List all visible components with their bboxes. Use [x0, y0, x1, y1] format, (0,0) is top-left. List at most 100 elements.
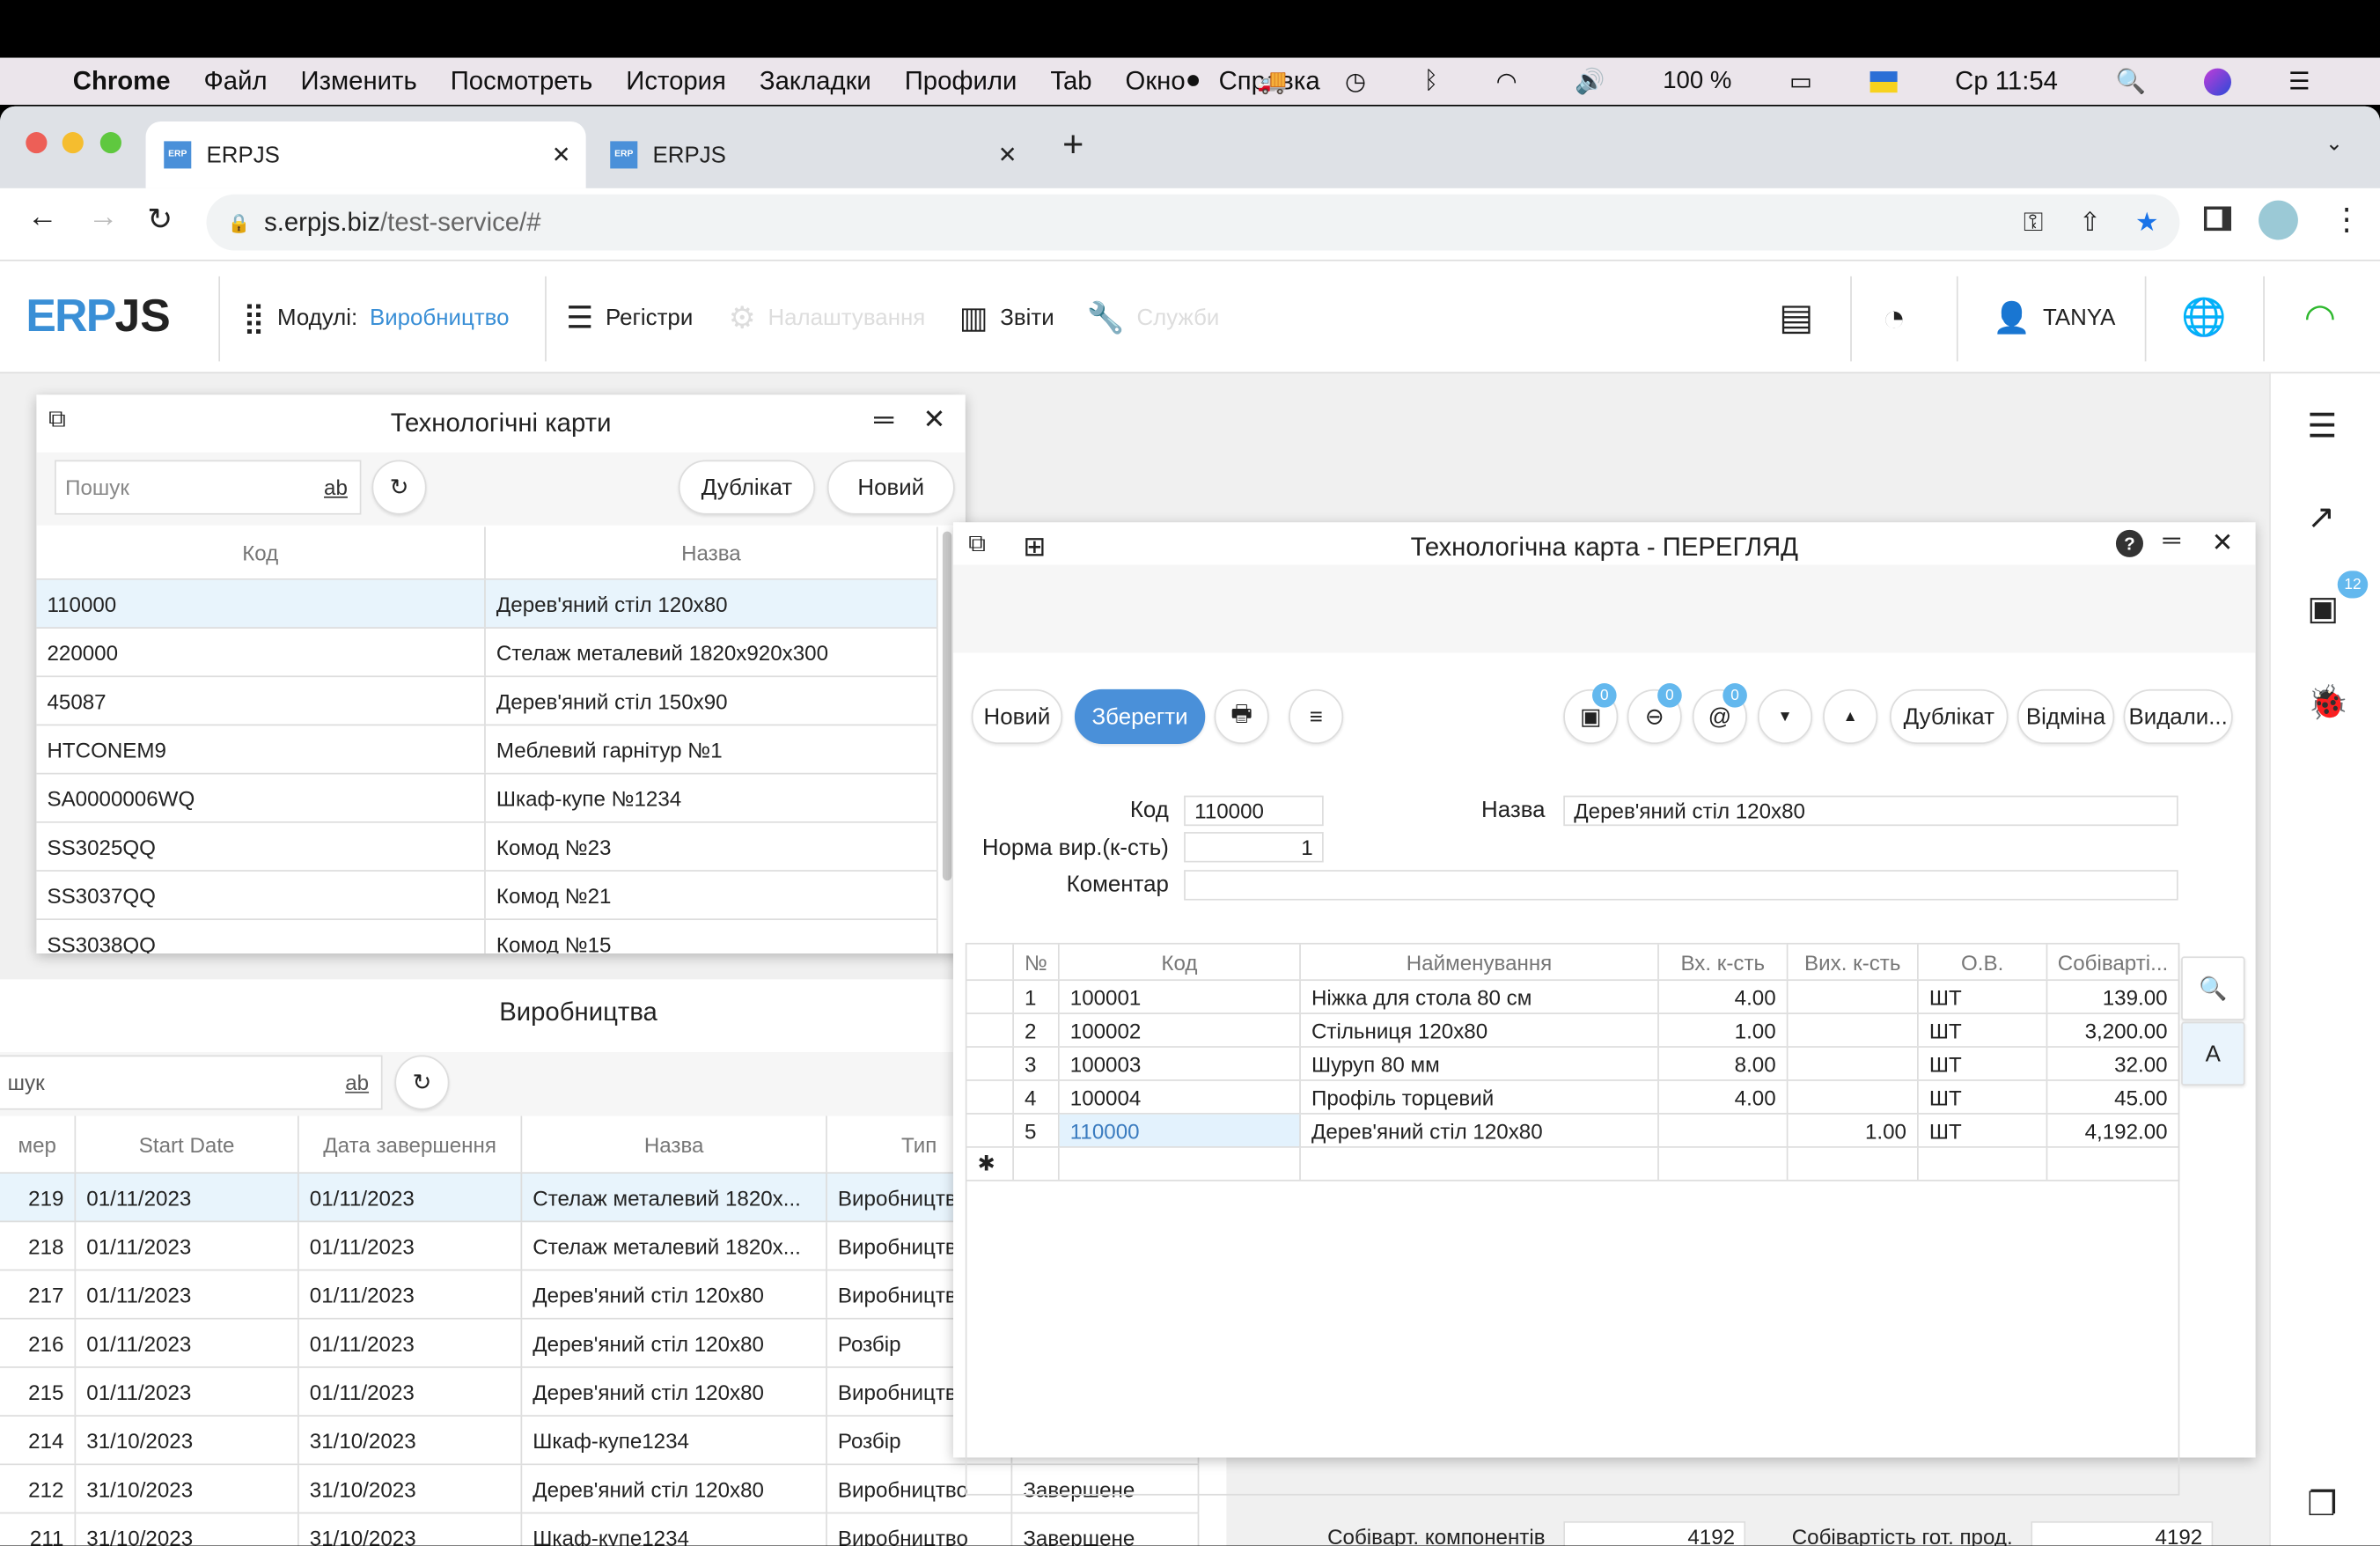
siri-icon[interactable] [2203, 67, 2231, 95]
new-button[interactable]: Новий [971, 688, 1063, 745]
new-button[interactable]: Новий [826, 460, 955, 515]
column-header[interactable]: Собіварті... [2047, 944, 2180, 980]
refresh-button[interactable]: ↻ [371, 460, 427, 515]
table-row[interactable]: SS3038QQ Комод №15 [36, 920, 938, 953]
menu-bookmarks[interactable]: Закладки [760, 66, 871, 96]
new-tab-button[interactable]: + [1062, 124, 1083, 166]
table-row[interactable]: 5 110000 Дерев'яний стіл 120х80 1.00 ШТ 4,192… [966, 1114, 2180, 1148]
ukraine-flag-icon[interactable] [1869, 70, 1898, 92]
reload-button[interactable]: ↻ [147, 201, 173, 239]
key-icon[interactable]: ⚿ [2024, 207, 2043, 237]
column-header[interactable]: Код [1060, 944, 1301, 980]
clock-icon[interactable]: ◔ [1882, 261, 1906, 374]
code-input[interactable]: 110000 [1184, 795, 1324, 827]
search-input[interactable]: шук ab [0, 1055, 383, 1110]
column-header[interactable]: Код [36, 526, 486, 579]
control-center-icon[interactable]: ☰ [2288, 66, 2310, 96]
chrome-menu-icon[interactable]: ⋮ [2332, 201, 2362, 239]
cancel-button[interactable]: Відміна [2016, 688, 2115, 745]
wifi-icon[interactable]: ◠ [1496, 66, 1517, 96]
close-icon[interactable]: ✕ [2212, 528, 2234, 558]
external-link-icon[interactable]: ↗ [2307, 498, 2335, 538]
help-icon[interactable]: ? [2115, 529, 2143, 557]
close-window-button[interactable] [26, 132, 48, 154]
move-down-button[interactable]: ▼ [1757, 688, 1813, 745]
print-button[interactable]: 🖶 [1214, 688, 1269, 745]
volume-icon[interactable]: 🔊 [1575, 66, 1605, 96]
menu-edit[interactable]: Изменить [301, 66, 417, 96]
reports-menu[interactable]: ▥ Звіти [959, 261, 1054, 374]
refresh-button[interactable]: ↻ [394, 1055, 450, 1110]
scrollbar[interactable] [942, 531, 952, 881]
delete-button[interactable]: Видали... [2123, 688, 2233, 745]
close-tab-icon[interactable]: ✕ [552, 141, 571, 168]
table-row[interactable]: 211 31/10/2023 31/10/2023 Шкаф-купе1234 Виро… [0, 1513, 1200, 1546]
column-header[interactable]: Дата завершення [299, 1115, 523, 1173]
menu-tab[interactable]: Tab [1050, 66, 1091, 96]
column-header[interactable]: Назва [486, 526, 938, 579]
minimize-icon[interactable]: ═ [874, 404, 893, 436]
norm-input[interactable]: 1 [1184, 832, 1324, 863]
minimize-window-button[interactable] [62, 132, 84, 154]
move-up-button[interactable]: ▲ [1823, 688, 1878, 745]
profile-avatar[interactable] [2259, 200, 2298, 240]
product-cost-input[interactable]: 4192 [2031, 1520, 2214, 1546]
search-list-icon[interactable]: ☰ [2307, 407, 2337, 446]
column-header[interactable]: мер [0, 1115, 77, 1173]
truck-icon[interactable]: 🚚 [1257, 66, 1287, 96]
tab-search-chevron-icon[interactable]: ⌄ [2325, 130, 2343, 156]
duplicate-button[interactable]: Дублікат [678, 460, 816, 515]
bug-icon[interactable]: 🐞 [2307, 683, 2348, 723]
side-panel-icon[interactable] [2203, 206, 2232, 232]
table-row[interactable]: ✱ [966, 1147, 2180, 1182]
battery-percent[interactable]: 100 % [1663, 68, 1731, 95]
table-row[interactable]: 1 100001 Ніжка для стола 80 см 4.00 ШТ 139.00 [966, 981, 2180, 1014]
share-icon[interactable]: ⇧ [2079, 207, 2101, 237]
components-cost-input[interactable]: 4192 [1563, 1520, 1746, 1546]
url-input[interactable]: 🔒 s.erpjs.biz/test-service/# ⚿ ⇧ ★ [206, 194, 2180, 251]
column-header[interactable]: О.В. [1919, 944, 2048, 980]
registers-menu[interactable]: ☰ Регістри [566, 261, 693, 374]
table-row[interactable]: SS3037QQ Комод №21 [36, 871, 938, 921]
tab-1[interactable]: ERP ERPJS ✕ [145, 121, 586, 188]
tab-2[interactable]: ERP ERPJS ✕ [592, 121, 1032, 188]
column-header[interactable]: Вх. к-сть [1659, 944, 1789, 980]
menu-window[interactable]: Окно [1126, 66, 1186, 96]
record-icon[interactable]: ⏺ [1187, 68, 1200, 95]
globe-icon[interactable]: 🌐 [2181, 261, 2227, 374]
menu-file[interactable]: Файл [203, 66, 267, 96]
table-row[interactable]: SA0000006WQ Шкаф-купе №1234 [36, 774, 938, 823]
erpjs-logo[interactable]: ERP JS [26, 261, 171, 374]
details-list-button[interactable]: ≡ [1289, 688, 1344, 745]
table-row[interactable]: 110000 Дерев'яний стіл 120х80 [36, 579, 938, 629]
modules-menu[interactable]: ⣿ Модулі: Виробництво [243, 261, 510, 374]
back-button[interactable]: ← [27, 201, 57, 236]
menu-view[interactable]: Посмотреть [451, 66, 593, 96]
grid-font-button[interactable]: A [2181, 1021, 2245, 1086]
battery-icon[interactable]: ▭ [1789, 66, 1812, 96]
column-header[interactable]: Назва [522, 1115, 827, 1173]
table-row[interactable]: 4 100004 Профіль торцевий 4.00 ШТ 45.00 [966, 1080, 2180, 1115]
table-row[interactable]: HTCONEM9 Меблевий гарнітур №1 [36, 725, 938, 775]
forward-button[interactable]: → [88, 201, 118, 236]
spotlight-search-icon[interactable]: 🔍 [2115, 66, 2145, 96]
settings-menu[interactable]: ⚙ Налаштування [729, 261, 926, 374]
windows-icon[interactable]: ❐ [2307, 1485, 2337, 1525]
comment-input[interactable] [1184, 870, 2178, 901]
table-row[interactable]: SS3025QQ Комод №23 [36, 822, 938, 872]
minimize-icon[interactable]: ═ [2163, 528, 2180, 556]
duplicate-button[interactable]: Дублікат [1890, 688, 2009, 745]
column-header[interactable]: Найменування [1301, 944, 1659, 980]
name-input[interactable]: Дерев'яний стіл 120х80 [1563, 795, 2178, 827]
column-header[interactable]: Start Date [76, 1115, 299, 1173]
maximize-window-button[interactable] [99, 132, 121, 154]
services-menu[interactable]: 🔧 Служби [1087, 261, 1220, 374]
table-row[interactable]: 3 100003 Шуруп 80 мм 8.00 ШТ 32.00 [966, 1047, 2180, 1081]
time-machine-icon[interactable]: ◷ [1345, 66, 1366, 96]
close-icon[interactable]: ✕ [922, 404, 945, 436]
table-row[interactable]: 45087 Дерев'яний стіл 150х90 [36, 677, 938, 726]
lock-icon[interactable]: 🔒 [228, 212, 251, 233]
table-row[interactable]: 2 100002 Стільниця 120х80 1.00 ШТ 3,200.00 [966, 1013, 2180, 1048]
bookmark-star-icon[interactable]: ★ [2135, 207, 2158, 237]
menu-profiles[interactable]: Профили [905, 66, 1017, 96]
